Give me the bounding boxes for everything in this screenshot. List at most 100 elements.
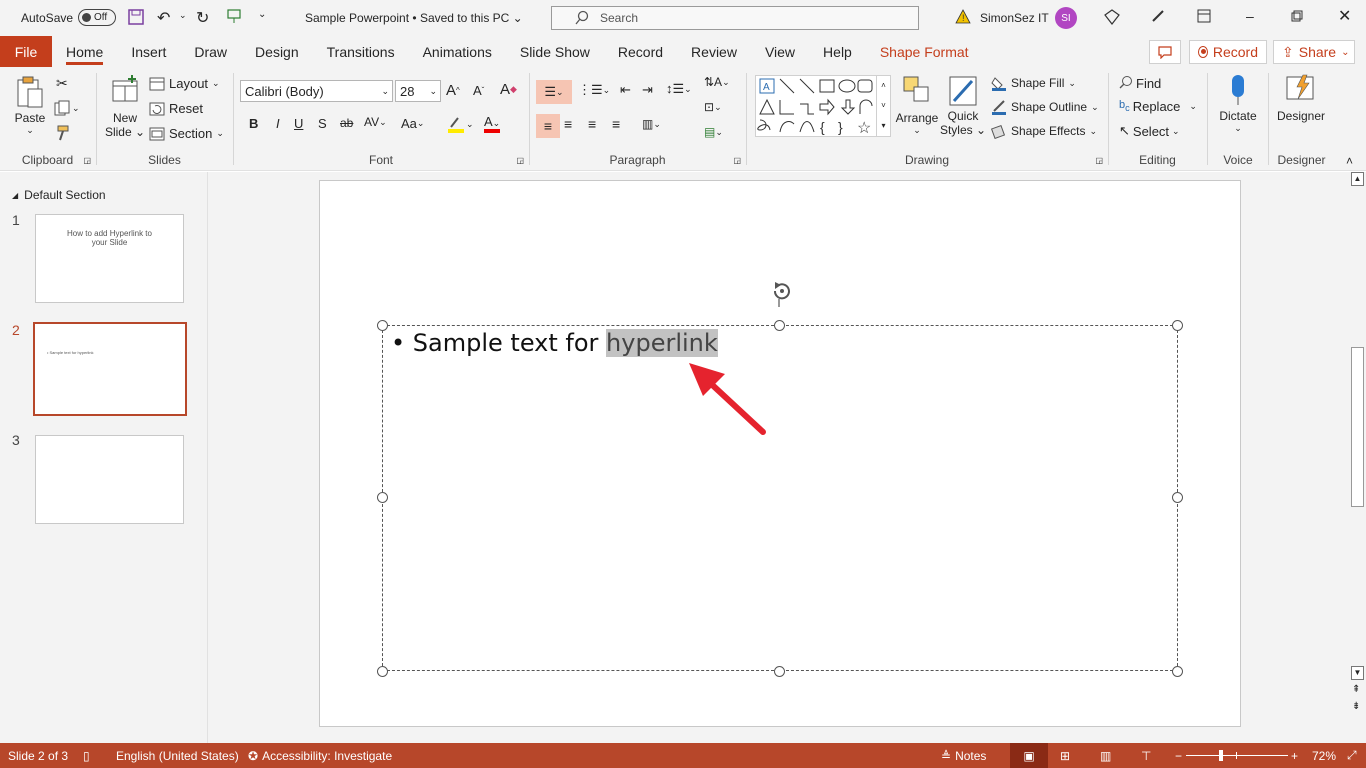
search-box[interactable]: Search bbox=[551, 6, 919, 30]
columns-icon[interactable]: ▥ ⌄ bbox=[642, 117, 661, 131]
paste-button[interactable]: Paste ⌄ bbox=[12, 75, 48, 136]
tab-help[interactable]: Help bbox=[809, 36, 866, 67]
user-name[interactable]: SimonSez IT bbox=[980, 11, 1049, 25]
minimize-icon[interactable]: – bbox=[1246, 8, 1254, 24]
slide-thumbnail-1[interactable]: How to add Hyperlink to your Slide bbox=[35, 214, 184, 303]
font-launcher-icon[interactable]: ◲ bbox=[516, 156, 524, 165]
customize-qat-icon[interactable]: ⌄ bbox=[258, 9, 266, 20]
font-family-select[interactable]: Calibri (Body) ⌄ bbox=[240, 80, 393, 102]
new-slide-button[interactable]: New Slide ⌄ bbox=[105, 75, 145, 139]
close-icon[interactable]: ✕ bbox=[1338, 6, 1351, 26]
document-title[interactable]: Sample Powerpoint • Saved to this PC ⌄ bbox=[305, 11, 523, 25]
increase-indent-icon[interactable]: ⇥ bbox=[642, 82, 653, 98]
slide-sorter-icon[interactable]: ⊞ bbox=[1060, 749, 1070, 763]
rotation-handle[interactable] bbox=[769, 279, 795, 307]
scroll-up-icon[interactable]: ▲ bbox=[1351, 172, 1364, 186]
zoom-level[interactable]: 72% bbox=[1312, 749, 1336, 763]
scroll-down-icon[interactable]: ▼ bbox=[1351, 666, 1364, 680]
clipboard-launcher-icon[interactable]: ◲ bbox=[83, 156, 91, 165]
warning-icon[interactable]: ! bbox=[955, 9, 971, 27]
zoom-out-icon[interactable]: − bbox=[1175, 749, 1182, 763]
replace-button[interactable]: bc Replace ⌄ bbox=[1119, 99, 1197, 114]
reading-view-icon[interactable]: ▥ bbox=[1100, 749, 1111, 763]
highlight-icon[interactable]: ⌄ bbox=[446, 114, 474, 134]
resize-handle-w[interactable] bbox=[377, 492, 388, 503]
ribbon-display-icon[interactable] bbox=[1197, 9, 1211, 26]
tab-file[interactable]: File bbox=[0, 36, 52, 67]
find-button[interactable]: Find bbox=[1119, 75, 1161, 92]
format-painter-icon[interactable] bbox=[55, 125, 71, 141]
shapes-gallery[interactable]: A {} ☆ ˄ ˅ ▾ bbox=[755, 75, 891, 137]
align-left-icon[interactable]: ≡ bbox=[536, 114, 560, 138]
share-button[interactable]: ⇪ Share ⌄ bbox=[1273, 40, 1355, 64]
numbering-icon[interactable]: ⋮☰ ⌄ bbox=[578, 82, 610, 98]
zoom-slider-thumb[interactable] bbox=[1219, 750, 1223, 761]
scroll-thumb[interactable] bbox=[1351, 347, 1364, 507]
line-spacing-icon[interactable]: ↕☰ ⌄ bbox=[666, 81, 692, 97]
tab-draw[interactable]: Draw bbox=[180, 36, 241, 67]
reset-button[interactable]: Reset bbox=[149, 101, 203, 116]
decrease-indent-icon[interactable]: ⇤ bbox=[620, 82, 631, 98]
resize-handle-nw[interactable] bbox=[377, 320, 388, 331]
resize-handle-s[interactable] bbox=[774, 666, 785, 677]
vertical-scrollbar[interactable]: ▲ ▼ ⇞ ⇟ bbox=[1349, 172, 1366, 743]
tab-shape-format[interactable]: Shape Format bbox=[866, 36, 983, 67]
smartart-icon[interactable]: ▤ ⌄ bbox=[704, 125, 723, 139]
shadow-icon[interactable]: S bbox=[318, 116, 327, 131]
layout-button[interactable]: Layout ⌄ bbox=[149, 76, 220, 91]
align-center-icon[interactable]: ≡ bbox=[564, 116, 572, 132]
tab-transitions[interactable]: Transitions bbox=[313, 36, 409, 67]
avatar[interactable]: SI bbox=[1055, 7, 1077, 29]
character-spacing-icon[interactable]: AV ⌄ bbox=[364, 115, 387, 129]
increase-font-size-icon[interactable]: A ^ bbox=[446, 82, 460, 99]
underline-icon[interactable]: U bbox=[294, 116, 303, 131]
record-button[interactable]: Record bbox=[1189, 40, 1267, 64]
resize-handle-ne[interactable] bbox=[1172, 320, 1183, 331]
diamond-icon[interactable] bbox=[1104, 9, 1120, 28]
bullets-icon[interactable]: ☰ ⌄ bbox=[536, 80, 572, 104]
section-button[interactable]: Section ⌄ bbox=[149, 126, 224, 141]
designer-button[interactable]: Designer bbox=[1277, 73, 1325, 123]
font-color-icon[interactable]: A⌄ bbox=[484, 114, 500, 133]
shape-fill-button[interactable]: Shape Fill ⌄ bbox=[991, 75, 1076, 91]
tab-animations[interactable]: Animations bbox=[409, 36, 506, 67]
language-status[interactable]: English (United States) bbox=[116, 749, 239, 763]
comments-button[interactable] bbox=[1149, 40, 1181, 64]
align-text-icon[interactable]: ⊡ ⌄ bbox=[704, 100, 722, 114]
collapse-ribbon-icon[interactable]: ˄ bbox=[1346, 154, 1353, 168]
pen-icon[interactable] bbox=[1150, 8, 1166, 27]
section-header[interactable]: ◢ Default Section bbox=[12, 188, 106, 202]
zoom-in-icon[interactable]: + bbox=[1291, 749, 1298, 763]
resize-handle-n[interactable] bbox=[774, 320, 785, 331]
copy-icon[interactable]: ⌄ bbox=[54, 100, 80, 116]
clear-formatting-icon[interactable]: A ◆ bbox=[500, 81, 517, 98]
tab-view[interactable]: View bbox=[751, 36, 809, 67]
bullet-text[interactable]: Sample text for bbox=[413, 329, 606, 357]
quick-styles-button[interactable]: Quick Styles ⌄ bbox=[940, 75, 986, 137]
selected-text[interactable]: hyperlink bbox=[606, 329, 718, 357]
shape-effects-button[interactable]: Shape Effects ⌄ bbox=[991, 123, 1097, 139]
previous-slide-icon[interactable]: ⇞ bbox=[1352, 684, 1360, 695]
tab-review[interactable]: Review bbox=[677, 36, 751, 67]
paragraph-launcher-icon[interactable]: ◲ bbox=[733, 156, 741, 165]
align-right-icon[interactable]: ≡ bbox=[588, 116, 596, 132]
italic-icon[interactable]: I bbox=[276, 116, 280, 131]
fit-slide-icon[interactable]: ⤢ bbox=[1347, 748, 1357, 763]
text-placeholder[interactable]: • Sample text for hyperlink bbox=[382, 325, 1178, 671]
normal-view-icon[interactable]: ▣ bbox=[1010, 743, 1048, 768]
restore-icon[interactable] bbox=[1291, 10, 1303, 25]
undo-dropdown-icon[interactable]: ⌄ bbox=[179, 10, 187, 21]
zoom-slider[interactable] bbox=[1186, 750, 1288, 761]
present-icon[interactable] bbox=[226, 8, 242, 27]
gallery-scroll[interactable]: ˄ ˅ ▾ bbox=[876, 76, 890, 136]
next-slide-icon[interactable]: ⇟ bbox=[1352, 701, 1360, 712]
drawing-launcher-icon[interactable]: ◲ bbox=[1095, 156, 1103, 165]
resize-handle-sw[interactable] bbox=[377, 666, 388, 677]
autosave-toggle[interactable]: Off bbox=[78, 9, 116, 26]
font-size-select[interactable]: 28 ⌄ bbox=[395, 80, 441, 102]
spelling-icon[interactable]: ▯ bbox=[83, 749, 90, 763]
save-icon[interactable] bbox=[128, 9, 144, 28]
text-direction-icon[interactable]: ⇅A ⌄ bbox=[704, 75, 730, 89]
cut-icon[interactable]: ✂ bbox=[56, 75, 68, 92]
strikethrough-icon[interactable]: ab bbox=[340, 116, 353, 130]
